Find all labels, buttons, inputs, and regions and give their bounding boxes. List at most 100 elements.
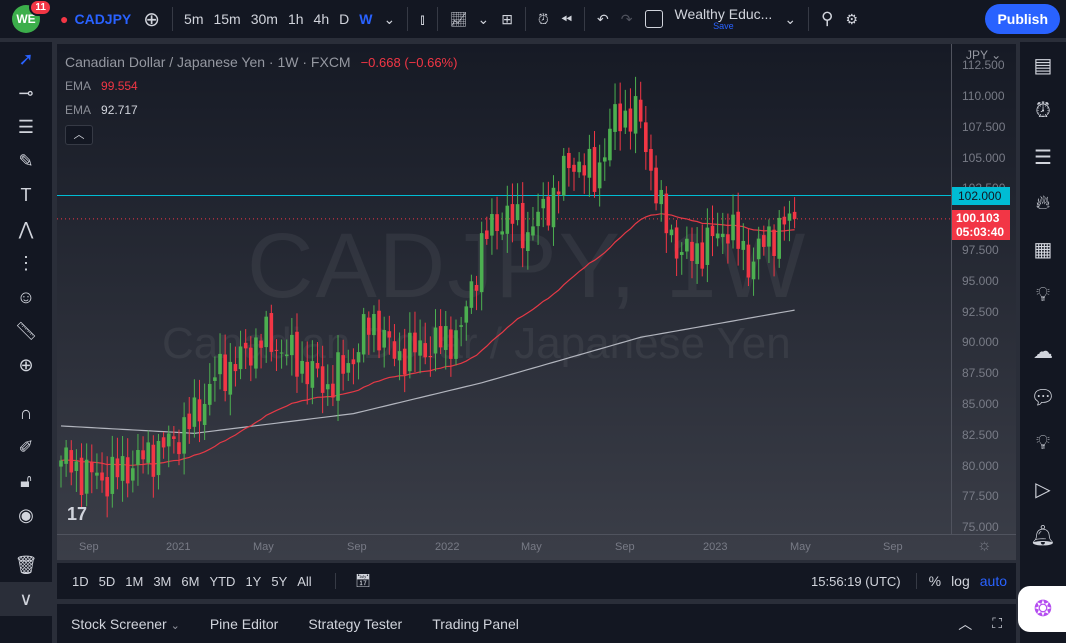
range-1d[interactable]: 1D xyxy=(67,574,94,589)
stay-drawing-tool[interactable]: ✐ xyxy=(0,430,52,464)
candle-body xyxy=(464,306,469,323)
hotlists-button[interactable]: 🔥︎ xyxy=(1020,180,1066,226)
interval-W[interactable]: W xyxy=(354,0,377,38)
interval-dropdown[interactable]: ⌄ xyxy=(377,0,401,38)
range-3m[interactable]: 3M xyxy=(148,574,176,589)
publish-button[interactable]: Publish xyxy=(985,4,1060,34)
candle-body xyxy=(654,167,658,204)
trend-line-tool[interactable]: ⊸ xyxy=(0,76,52,110)
streams-button[interactable]: ▷ xyxy=(1020,466,1066,512)
search-button[interactable]: ⚲ xyxy=(815,0,839,38)
expand-panel-button[interactable]: ︿ xyxy=(958,614,972,634)
candle-body xyxy=(336,352,340,401)
remove-tool[interactable]: 🗑︎ xyxy=(0,548,52,582)
symbol-search[interactable]: ● CADJPY xyxy=(54,0,137,38)
range-1m[interactable]: 1M xyxy=(120,574,148,589)
ema-fast-line xyxy=(60,213,795,466)
object-tree-button[interactable]: ☰ xyxy=(1020,134,1066,180)
price-axis[interactable]: JPY ⌄ 112.500110.000107.500105.000102.50… xyxy=(951,44,1016,534)
chats-button[interactable]: ☁ xyxy=(1020,328,1066,374)
percent-toggle[interactable]: % xyxy=(915,573,946,589)
range-5y[interactable]: 5Y xyxy=(266,574,292,589)
chart-type-button[interactable]: ⫾ xyxy=(414,0,430,38)
range-ytd[interactable]: YTD xyxy=(204,574,240,589)
fullscreen-square-button[interactable] xyxy=(639,0,669,38)
calendar-button[interactable]: ▦ xyxy=(1020,226,1066,272)
interval-4h[interactable]: 4h xyxy=(309,0,335,38)
candle-body xyxy=(618,103,622,132)
compare-button[interactable]: ⊕ xyxy=(137,0,166,38)
alert-button[interactable]: ⏰︎ xyxy=(532,0,555,38)
text-tool[interactable]: T xyxy=(0,178,52,212)
hide-tool[interactable]: ◉ xyxy=(0,498,52,532)
user-avatar[interactable]: WE 11 xyxy=(12,0,52,33)
interval-D[interactable]: D xyxy=(334,0,354,38)
assistant-button[interactable]: ❂ xyxy=(1018,586,1066,632)
range-5d[interactable]: 5D xyxy=(94,574,121,589)
candle-body xyxy=(156,440,161,476)
layout-dropdown[interactable]: ⌄ xyxy=(778,0,802,38)
layouts-button[interactable]: ⊞ xyxy=(495,0,519,38)
tab-pine-editor[interactable]: Pine Editor xyxy=(210,616,278,632)
interval-5m[interactable]: 5m xyxy=(179,0,208,38)
candle-body xyxy=(213,377,217,381)
interval-15m[interactable]: 15m xyxy=(208,0,245,38)
candle-body xyxy=(361,314,366,355)
candle-body xyxy=(243,342,248,349)
interval-1h[interactable]: 1h xyxy=(283,0,309,38)
collapse-legend-button[interactable]: ︿ xyxy=(65,125,93,145)
lock-tool[interactable]: 🔓︎ xyxy=(0,464,52,498)
watchlist-button[interactable]: ▤ xyxy=(1020,42,1066,88)
time-axis[interactable]: ☼ Sep 2021 May Sep 2022 May Sep 2023 May Sep xyxy=(57,534,1016,560)
auto-toggle[interactable]: auto xyxy=(975,573,1012,589)
cursor-icon: ➚ xyxy=(18,48,34,69)
fib-tool[interactable]: ☰ xyxy=(0,110,52,144)
log-toggle[interactable]: log xyxy=(946,573,975,589)
chat-icon: 💬︎ xyxy=(1030,386,1056,409)
undo-button[interactable]: ↶ xyxy=(591,0,615,38)
time-tick: May xyxy=(253,541,274,553)
axis-settings-icon[interactable]: ☼ xyxy=(977,537,992,555)
time-tick: May xyxy=(521,541,542,553)
interval-30m[interactable]: 30m xyxy=(246,0,283,38)
zoom-tool[interactable]: ⊕ xyxy=(0,348,52,382)
measure-tool[interactable]: 📏︎ xyxy=(0,314,52,348)
top-toolbar: WE 11 ● CADJPY ⊕ 5m 15m 30m 1h 4h D W ⌄ ⫾ 📈︎ ⌄ ⊞ … xyxy=(0,0,1066,38)
tips-button[interactable]: 💡︎ xyxy=(1020,420,1066,466)
goto-date-button[interactable]: 📅︎ xyxy=(334,573,382,589)
magnet-tool[interactable]: ∩ xyxy=(0,396,52,430)
tab-strategy-tester[interactable]: Strategy Tester xyxy=(308,616,402,632)
tab-stock-screener[interactable]: Stock Screener ⌄ xyxy=(71,616,180,632)
range-1y[interactable]: 1Y xyxy=(240,574,266,589)
tab-trading-panel[interactable]: Trading Panel xyxy=(432,616,519,632)
notifications-button[interactable]: 🔔︎ xyxy=(1020,512,1066,558)
redo-button[interactable]: ↷ xyxy=(615,0,639,38)
brush-tool[interactable]: ✎ xyxy=(0,144,52,178)
settings-button[interactable]: ⚙ xyxy=(840,0,865,38)
candle-body xyxy=(659,189,664,205)
range-all[interactable]: All xyxy=(292,574,316,589)
layout-name-button[interactable]: Wealthy Educ... Save xyxy=(669,0,779,38)
ruler-icon: 📏︎ xyxy=(14,320,38,341)
calendar-arrow-icon: 📅︎ xyxy=(354,573,372,588)
maximize-panel-button[interactable]: ⛶ xyxy=(992,615,1002,632)
chart-pane[interactable]: CADJPY, 1W Canadian Dollar / Japanese Ye… xyxy=(57,44,1016,560)
candle-body xyxy=(187,413,192,430)
candle-body xyxy=(638,99,643,122)
cursor-tool[interactable]: ➚ xyxy=(0,42,52,76)
clock[interactable]: 15:56:19 (UTC) xyxy=(806,574,906,589)
emoji-tool[interactable]: ☺ xyxy=(0,280,52,314)
pattern-tool[interactable]: ⋀ xyxy=(0,212,52,246)
alerts-button[interactable]: ⏰︎ xyxy=(1020,88,1066,134)
messages-button[interactable]: 💬︎ xyxy=(1020,374,1066,420)
ideas-button[interactable]: 💡︎ xyxy=(1020,272,1066,318)
candle-body xyxy=(685,238,689,252)
collapse-toolbar[interactable]: ∨ xyxy=(0,582,52,616)
candle-body xyxy=(346,363,351,373)
candle-body xyxy=(402,348,407,375)
range-6m[interactable]: 6M xyxy=(176,574,204,589)
indicators-button[interactable]: 📈︎ ⌄ xyxy=(444,0,496,38)
prediction-tool[interactable]: ⋮ xyxy=(0,246,52,280)
divider xyxy=(584,7,586,31)
replay-button[interactable]: ⏪︎ xyxy=(555,0,578,38)
